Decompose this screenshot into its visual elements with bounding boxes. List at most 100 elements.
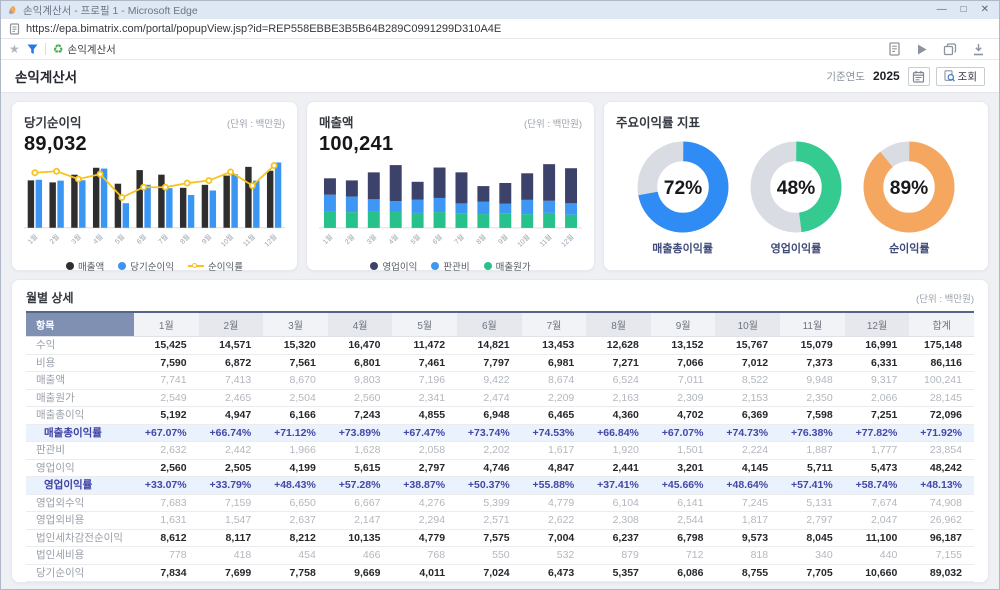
row-label: 매출액 xyxy=(26,372,134,390)
report-icon[interactable] xyxy=(888,42,901,56)
table-row: 판관비2,6322,4421,9661,6282,0582,2021,6171,… xyxy=(26,442,974,460)
search-button[interactable]: 조회 xyxy=(936,67,985,86)
cell-value: 4,779 xyxy=(392,529,457,547)
cell-value: 13,453 xyxy=(522,337,587,355)
window-title: 손익계산서 - 프로필 1 - Microsoft Edge xyxy=(23,3,937,18)
cell-value: 2,309 xyxy=(651,389,716,407)
month-column-header: 6월 xyxy=(457,312,522,337)
month-column-header: 12월 xyxy=(845,312,910,337)
url-text[interactable]: https://epa.bimatrix.com/portal/popupVie… xyxy=(26,23,501,35)
cell-value: +77.82% xyxy=(845,424,910,442)
svg-text:4월: 4월 xyxy=(386,232,400,246)
browser-window: 손익계산서 - 프로필 1 - Microsoft Edge — □ ✕ htt… xyxy=(0,0,1000,590)
cell-value: 440 xyxy=(845,547,910,565)
svg-text:7월: 7월 xyxy=(452,232,466,246)
cell-value: 7,066 xyxy=(651,354,716,372)
cell-value: 4,947 xyxy=(199,407,264,425)
table-header-row: 항목 1월2월3월4월5월6월7월8월9월10월11월12월합계 xyxy=(26,312,974,337)
cell-value: 7,461 xyxy=(392,354,457,372)
table-row: 당기순이익7,8347,6997,7589,6694,0117,0246,473… xyxy=(26,564,974,582)
cell-value: +74.62% xyxy=(522,582,587,584)
cell-value: 4,847 xyxy=(522,459,587,477)
cell-value: 8,212 xyxy=(263,529,328,547)
net-income-card: 당기순이익 (단위 : 백만원) 89,032 1월2월3월4월5월6월7월8월… xyxy=(11,101,298,271)
cell-value: 6,166 xyxy=(263,407,328,425)
cell-value: 2,224 xyxy=(715,442,780,460)
cell-value: 2,441 xyxy=(586,459,651,477)
cell-value: 2,632 xyxy=(134,442,199,460)
cell-value: +66.74% xyxy=(199,424,264,442)
item-column-header: 항목 xyxy=(26,312,134,337)
cell-value: 10,660 xyxy=(845,564,910,582)
month-column-header: 11월 xyxy=(780,312,845,337)
table-row: 비용7,5906,8727,5616,8017,4617,7976,9817,2… xyxy=(26,354,974,372)
cell-value: 2,058 xyxy=(392,442,457,460)
download-icon[interactable] xyxy=(972,43,985,56)
cell-value: 4,145 xyxy=(715,459,780,477)
cell-value: 23,854 xyxy=(909,442,974,460)
cell-value: 96,187 xyxy=(909,529,974,547)
cell-value: 2,505 xyxy=(199,459,264,477)
star-icon[interactable]: ★ xyxy=(9,43,20,55)
table-row: 법인세비용77841845446676855053287971281834044… xyxy=(26,547,974,565)
cell-value: 466 xyxy=(328,547,393,565)
cell-value: 7,159 xyxy=(199,494,264,512)
cell-value: +71.92% xyxy=(909,424,974,442)
maximize-button[interactable]: □ xyxy=(961,1,967,19)
cell-value: 2,163 xyxy=(586,389,651,407)
svg-text:11월: 11월 xyxy=(538,232,554,248)
filter-icon[interactable] xyxy=(27,44,38,55)
cell-value: 7,245 xyxy=(715,494,780,512)
cell-value: 26,962 xyxy=(909,512,974,530)
cell-value: 1,547 xyxy=(199,512,264,530)
close-button[interactable]: ✕ xyxy=(981,1,989,19)
cell-value: 1,777 xyxy=(845,442,910,460)
cell-value: 2,308 xyxy=(586,512,651,530)
month-column-header: 합계 xyxy=(909,312,974,337)
cell-value: 1,817 xyxy=(715,512,780,530)
address-bar[interactable]: https://epa.bimatrix.com/portal/popupVie… xyxy=(1,19,999,39)
recycle-icon[interactable]: ♻ xyxy=(53,43,64,55)
cell-value: 6,524 xyxy=(586,372,651,390)
cell-value: 6,465 xyxy=(522,407,587,425)
cell-value: 11,472 xyxy=(392,337,457,355)
donut-chart: 72% xyxy=(636,140,730,234)
legend-item: 판관비 xyxy=(431,259,469,273)
cell-value: +101.20% xyxy=(134,582,199,584)
cell-value: +86.81% xyxy=(651,582,716,584)
table-row: 영업외수익7,6837,1596,6506,6674,2765,3994,779… xyxy=(26,494,974,512)
cell-value: +48.43% xyxy=(263,477,328,495)
donut-gauge: 48%영업이익률 xyxy=(749,140,843,256)
sales-chart: 1월2월3월4월5월6월7월8월9월10월11월12월 xyxy=(319,156,582,258)
legend-item: 당기순이익 xyxy=(118,259,174,273)
cell-value: +98.63% xyxy=(328,582,393,584)
cell-value: 2,442 xyxy=(199,442,264,460)
svg-text:1월: 1월 xyxy=(321,232,335,246)
cell-value: 8,670 xyxy=(263,372,328,390)
cell-value: 2,797 xyxy=(392,459,457,477)
sales-card: 매출액 (단위 : 백만원) 100,241 1월2월3월4월5월6월7월8월9… xyxy=(306,101,595,271)
base-year-value[interactable]: 2025 xyxy=(873,69,900,83)
calendar-button[interactable] xyxy=(908,67,930,86)
line-marker-icon xyxy=(188,262,204,270)
bookmark-label[interactable]: 손익계산서 xyxy=(68,42,116,57)
cell-value: 2,544 xyxy=(651,512,716,530)
play-icon[interactable] xyxy=(916,43,928,56)
cell-value: 2,341 xyxy=(392,389,457,407)
cell-value: 5,192 xyxy=(134,407,199,425)
cell-value: 768 xyxy=(392,547,457,565)
table-body: 수익15,42514,57115,32016,47011,47214,82113… xyxy=(26,337,974,584)
cell-value: 7,575 xyxy=(457,529,522,547)
row-label: 당기순이익 xyxy=(26,564,134,582)
minimize-button[interactable]: — xyxy=(937,1,947,19)
cell-value: 28,145 xyxy=(909,389,974,407)
cell-value: +89.49% xyxy=(263,582,328,584)
svg-text:72%: 72% xyxy=(663,177,702,198)
cell-value: +38.87% xyxy=(392,477,457,495)
cell-value: +77.46% xyxy=(780,582,845,584)
cell-value: 5,473 xyxy=(845,459,910,477)
net-income-legend: 매출액당기순이익순이익률 xyxy=(24,258,285,274)
duplicate-window-icon[interactable] xyxy=(943,43,957,56)
table-row: 매출액7,7417,4138,6709,8037,1969,4228,6746,… xyxy=(26,372,974,390)
page-info-icon[interactable] xyxy=(9,23,20,35)
